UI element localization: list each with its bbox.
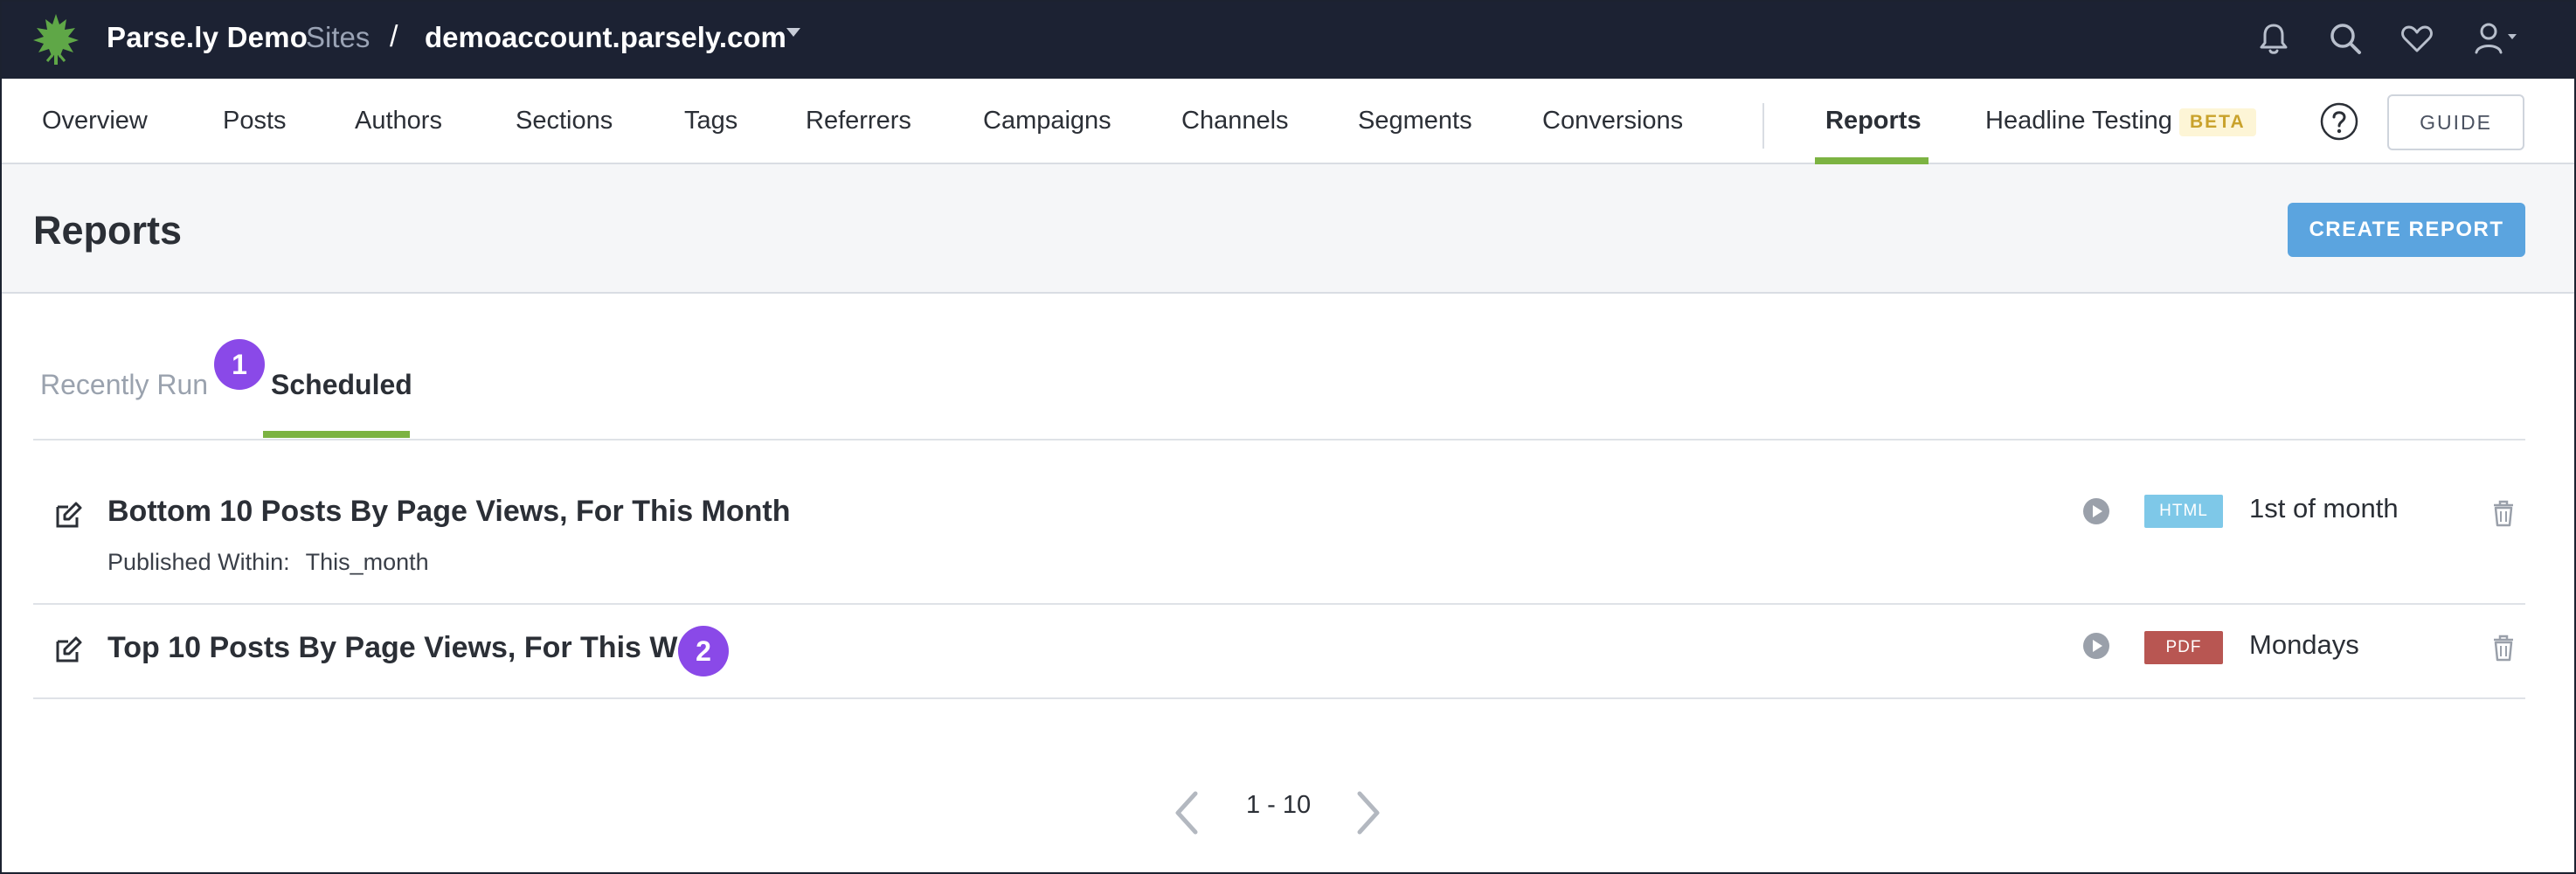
report-title[interactable]: Bottom 10 Posts By Page Views, For This … (107, 495, 791, 529)
nav-referrers[interactable]: Referrers (806, 107, 911, 135)
pagination-range: 1 - 10 (1246, 791, 1312, 819)
step-marker-2: 2 (678, 626, 729, 676)
nav-segments[interactable]: Segments (1358, 107, 1472, 135)
heart-icon[interactable] (2398, 19, 2436, 58)
edit-report-icon[interactable] (52, 635, 84, 666)
previous-page-icon[interactable] (1169, 788, 1204, 837)
nav-conversions[interactable]: Conversions (1542, 107, 1683, 135)
step-marker-1: 1 (214, 339, 265, 390)
guide-button[interactable]: GUIDE (2387, 94, 2524, 150)
report-row[interactable]: Bottom 10 Posts By Page Views, For This … (33, 474, 2525, 605)
site-selector[interactable]: demoaccount.parsely.com (425, 21, 786, 54)
app-window: Parse.ly Demo Sites / demoaccount.parsel… (0, 0, 2576, 874)
beta-badge: BETA (2179, 108, 2256, 136)
page-title: Reports (33, 208, 183, 253)
next-page-icon[interactable] (1351, 788, 1386, 837)
report-row[interactable]: Top 10 Posts By Page Views, For This Wee… (33, 605, 2525, 699)
nav-reports[interactable]: Reports (1825, 107, 1922, 135)
page-header: Reports CREATE REPORT (2, 164, 2574, 294)
site-dropdown-caret-icon[interactable] (786, 28, 800, 37)
nav-authors[interactable]: Authors (355, 107, 442, 135)
tab-recently-run[interactable]: Recently Run (40, 369, 208, 401)
report-filter-value: This_month (305, 549, 429, 575)
nav-headline-testing[interactable]: Headline Testing (1985, 107, 2172, 135)
search-icon[interactable] (2326, 19, 2365, 58)
top-bar: Parse.ly Demo Sites / demoaccount.parsel… (2, 2, 2574, 79)
tab-active-indicator (263, 431, 410, 438)
report-filter-label: Published Within: (107, 549, 290, 575)
section-nav: Overview Posts Authors Sections Tags Ref… (2, 79, 2574, 164)
delete-report-icon[interactable] (2489, 498, 2518, 528)
tab-scheduled[interactable]: Scheduled (271, 369, 412, 401)
report-filter: Published Within: This_month (107, 549, 429, 576)
run-report-icon[interactable] (2081, 631, 2111, 661)
create-report-button[interactable]: CREATE REPORT (2288, 203, 2525, 257)
nav-tags[interactable]: Tags (684, 107, 737, 135)
report-schedule: Mondays (2249, 629, 2359, 660)
delete-report-icon[interactable] (2489, 633, 2518, 662)
run-report-icon[interactable] (2081, 496, 2111, 526)
nav-channels[interactable]: Channels (1181, 107, 1289, 135)
help-icon[interactable] (2319, 101, 2359, 142)
nav-posts[interactable]: Posts (223, 107, 287, 135)
report-title[interactable]: Top 10 Posts By Page Views, For This Wee… (107, 631, 727, 665)
nav-sections[interactable]: Sections (516, 107, 613, 135)
format-badge: HTML (2144, 495, 2223, 528)
parsely-logo-icon[interactable] (28, 10, 84, 66)
brand-name[interactable]: Parse.ly Demo (107, 21, 308, 54)
sites-link[interactable]: Sites (306, 21, 370, 54)
tabs-divider (33, 439, 2525, 440)
edit-report-icon[interactable] (52, 500, 84, 531)
user-menu-icon[interactable] (2471, 19, 2524, 58)
breadcrumb-separator: / (390, 20, 398, 53)
format-badge: PDF (2144, 631, 2223, 664)
nav-campaigns[interactable]: Campaigns (983, 107, 1111, 135)
bell-icon[interactable] (2254, 19, 2293, 58)
nav-overview[interactable]: Overview (42, 107, 148, 135)
nav-active-indicator (1815, 157, 1929, 164)
nav-divider (1762, 103, 1764, 149)
report-schedule: 1st of month (2249, 493, 2399, 524)
